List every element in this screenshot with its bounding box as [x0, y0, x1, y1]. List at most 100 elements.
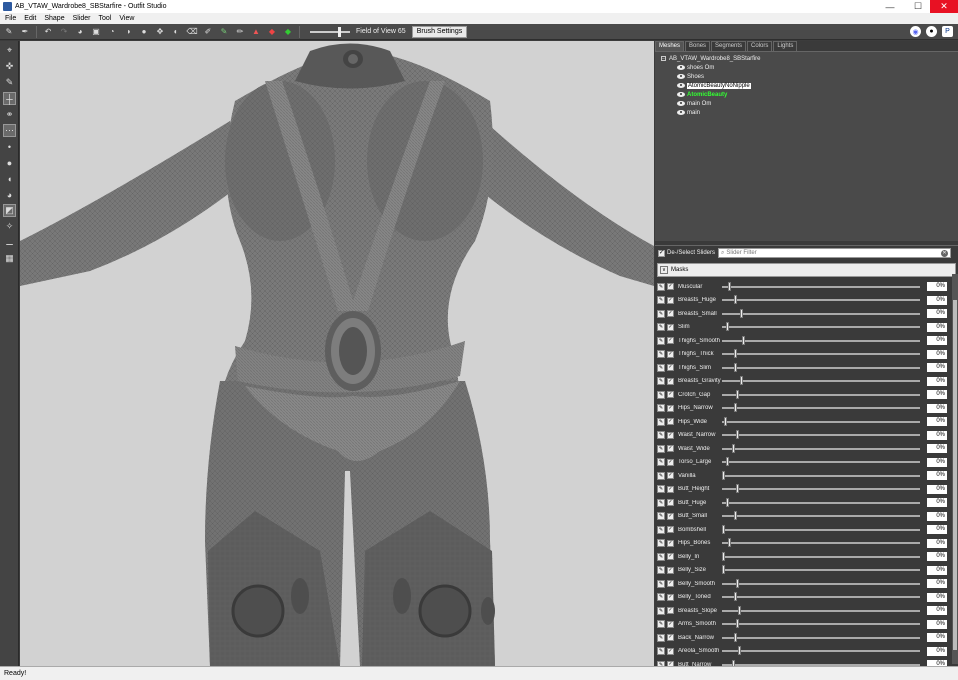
slider-thumb[interactable] — [725, 497, 729, 507]
bones-icon[interactable]: ⚊ — [3, 236, 16, 249]
half-sphere-icon[interactable]: ◖ — [3, 172, 16, 185]
edit-slider-icon[interactable]: ✎ — [657, 458, 665, 467]
wireframe-icon[interactable]: ◩ — [3, 204, 16, 217]
pin-tool-icon[interactable]: ✜ — [3, 60, 16, 73]
slider-track[interactable] — [722, 484, 920, 494]
slider-thumb[interactable] — [722, 470, 725, 480]
collapse-icon[interactable]: − — [661, 56, 666, 62]
xray-icon[interactable]: ⋯ — [3, 124, 16, 137]
slider-value[interactable]: 0% — [927, 538, 947, 548]
mesh-item[interactable]: AtomicBeautyNoNipple — [655, 81, 958, 90]
slider-checkbox[interactable]: ✓ — [667, 404, 674, 412]
slider-checkbox[interactable]: ✓ — [667, 296, 674, 304]
edit-slider-icon[interactable]: ✎ — [657, 606, 665, 615]
slider-track[interactable] — [722, 605, 920, 615]
edit-slider-icon[interactable]: ✎ — [657, 633, 665, 642]
chevron-down-icon[interactable]: ∨ — [660, 266, 668, 274]
slider-track[interactable] — [722, 281, 920, 291]
slider-thumb[interactable] — [723, 416, 727, 426]
slider-track[interactable] — [722, 389, 920, 399]
collision-icon[interactable]: ▲ — [251, 27, 261, 37]
menu-edit[interactable]: Edit — [24, 15, 36, 22]
vertex-dot-icon[interactable]: • — [3, 140, 16, 153]
menu-file[interactable]: File — [5, 15, 16, 22]
mesh-item[interactable]: main — [655, 108, 958, 117]
visibility-eye-icon[interactable] — [677, 65, 685, 70]
transform-icon[interactable]: ◆ — [267, 27, 277, 37]
edit-slider-icon[interactable]: ✎ — [657, 539, 665, 548]
slider-thumb[interactable] — [727, 281, 731, 291]
brush-settings-button[interactable]: Brush Settings — [411, 25, 468, 38]
menu-slider[interactable]: Slider — [73, 15, 91, 22]
edit-slider-icon[interactable]: ✎ — [657, 579, 665, 588]
slider-track[interactable] — [722, 335, 920, 345]
slider-checkbox[interactable]: ✓ — [667, 458, 674, 466]
masks-section[interactable]: ∨ Masks — [657, 263, 956, 277]
edit-slider-icon[interactable]: ✎ — [657, 647, 665, 656]
slider-thumb[interactable] — [735, 619, 739, 629]
brush-tool-icon[interactable]: ✎ — [3, 76, 16, 89]
slider-thumb[interactable] — [735, 578, 739, 588]
slider-checkbox[interactable]: ✓ — [667, 310, 674, 318]
slider-thumb[interactable] — [722, 524, 725, 534]
slider-checkbox[interactable]: ✓ — [667, 607, 674, 615]
brush-select-icon[interactable]: ✎ — [4, 27, 14, 37]
slider-track[interactable] — [722, 565, 920, 575]
slider-checkbox[interactable]: ✓ — [667, 431, 674, 439]
edit-slider-icon[interactable]: ✎ — [657, 377, 665, 386]
menu-tool[interactable]: Tool — [99, 15, 112, 22]
scrollbar-thumb[interactable] — [953, 300, 957, 650]
slider-checkbox[interactable]: ✓ — [667, 323, 674, 331]
slider-thumb[interactable] — [725, 322, 729, 332]
slider-track[interactable] — [722, 295, 920, 305]
maximize-button[interactable]: ☐ — [906, 0, 930, 13]
github-icon[interactable]: ● — [926, 26, 937, 37]
slider-thumb[interactable] — [731, 443, 735, 453]
tab-segments[interactable]: Segments — [711, 41, 747, 51]
brush-smooth-icon[interactable]: ◑ — [123, 27, 133, 37]
slider-track[interactable] — [722, 511, 920, 521]
slider-value[interactable]: 0% — [927, 430, 947, 440]
slider-value[interactable]: 0% — [927, 511, 947, 521]
brush-tool-icon[interactable]: ✏ — [235, 27, 245, 37]
slider-checkbox[interactable]: ✓ — [667, 485, 674, 493]
select-tool-icon[interactable]: ⌖ — [3, 44, 16, 57]
slider-checkbox[interactable]: ✓ — [667, 647, 674, 655]
brush-unmask-icon[interactable]: ✥ — [155, 27, 165, 37]
slider-track[interactable] — [722, 308, 920, 318]
slider-value[interactable]: 0% — [927, 403, 947, 413]
slider-checkbox[interactable]: ✓ — [667, 364, 674, 372]
slider-value[interactable]: 0% — [927, 349, 947, 359]
edit-slider-icon[interactable]: ✎ — [657, 336, 665, 345]
slider-checkbox[interactable]: ✓ — [667, 337, 674, 345]
slider-track[interactable] — [722, 578, 920, 588]
minimize-button[interactable]: — — [878, 0, 902, 13]
edit-slider-icon[interactable]: ✎ — [657, 620, 665, 629]
edit-slider-icon[interactable]: ✎ — [657, 593, 665, 602]
slider-checkbox[interactable]: ✓ — [667, 539, 674, 547]
slider-thumb[interactable] — [733, 511, 737, 521]
edit-slider-icon[interactable]: ✎ — [657, 444, 665, 453]
discord-icon[interactable]: ◉ — [910, 26, 921, 37]
slider-filter-input[interactable]: ⌕ Slider Filter ✕ — [718, 248, 952, 258]
slider-thumb[interactable] — [727, 538, 731, 548]
brush-deflate-icon[interactable]: ▣ — [91, 27, 101, 37]
slider-track[interactable] — [722, 538, 920, 548]
visibility-eye-icon[interactable] — [677, 101, 685, 106]
redo-icon[interactable]: ↷ — [59, 27, 69, 37]
slider-thumb[interactable] — [733, 632, 737, 642]
brush-move-icon[interactable]: ◔ — [107, 27, 117, 37]
light-icon[interactable]: ✧ — [3, 220, 16, 233]
slider-thumb[interactable] — [737, 646, 741, 656]
slider-track[interactable] — [722, 497, 920, 507]
slider-checkbox[interactable]: ✓ — [667, 620, 674, 628]
slider-track[interactable] — [722, 524, 920, 534]
slider-value[interactable]: 0% — [927, 579, 947, 589]
edit-slider-icon[interactable]: ✎ — [657, 498, 665, 507]
menu-shape[interactable]: Shape — [44, 15, 64, 22]
slider-value[interactable]: 0% — [927, 309, 947, 319]
slider-track[interactable] — [722, 443, 920, 453]
slider-thumb[interactable] — [733, 592, 737, 602]
slider-value[interactable]: 0% — [927, 484, 947, 494]
slider-value[interactable]: 0% — [927, 633, 947, 643]
